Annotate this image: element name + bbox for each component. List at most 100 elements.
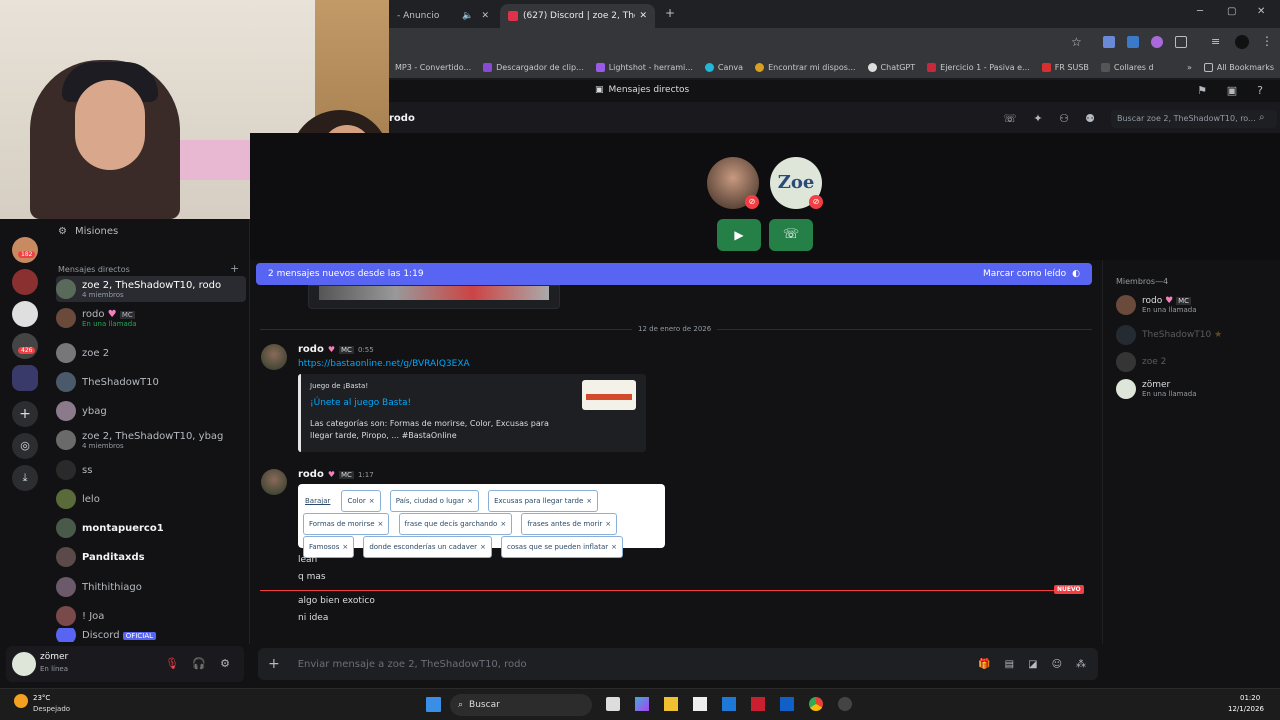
maximize-icon[interactable]: ▢: [1227, 6, 1236, 17]
tab-close-icon[interactable]: ✕: [639, 11, 647, 21]
add-friends-icon[interactable]: ⚇: [1057, 112, 1071, 126]
member-item[interactable]: TheShadowT10 ★: [1116, 325, 1222, 345]
new-tab-icon[interactable]: +: [665, 6, 675, 20]
discover-icon[interactable]: ◎: [12, 433, 38, 459]
bookmark[interactable]: Encontrar mi dispos...: [749, 62, 861, 72]
inbox-icon[interactable]: ⚑: [1195, 84, 1209, 98]
member-item[interactable]: zömer En una llamada: [1116, 379, 1197, 399]
dm-item[interactable]: TheShadowT10: [56, 369, 246, 395]
dm-item[interactable]: lelo: [56, 486, 246, 512]
dm-item[interactable]: Discord OFICIAL: [56, 628, 246, 642]
bookmark[interactable]: Descargador de clip...: [477, 62, 590, 72]
extension-icon[interactable]: [1127, 36, 1139, 48]
file-explorer-icon[interactable]: [664, 697, 678, 711]
member-item[interactable]: rodo ♥ MC En una llamada: [1116, 295, 1197, 315]
author-name[interactable]: rodo: [298, 469, 324, 480]
dm-item[interactable]: rodo ♥ MC En una llamada: [56, 305, 246, 331]
headphones-icon[interactable]: 🎧: [192, 657, 206, 671]
attach-plus-icon[interactable]: +: [268, 656, 280, 672]
weather-icon[interactable]: [14, 694, 28, 708]
author-avatar[interactable]: [261, 344, 287, 370]
minimize-icon[interactable]: ─: [1197, 6, 1203, 17]
message-link[interactable]: https://bastaonline.net/g/BVRAIQ3EXA: [298, 359, 470, 369]
server-icon[interactable]: [12, 237, 38, 263]
bookmark[interactable]: ChatGPT: [862, 62, 922, 72]
user-avatar[interactable]: [12, 652, 36, 676]
pin-icon[interactable]: ✦: [1031, 112, 1045, 126]
more-bookmarks[interactable]: »: [1181, 63, 1198, 72]
app-icon[interactable]: [838, 697, 852, 711]
gif-icon[interactable]: ▤: [1005, 659, 1014, 670]
author-avatar[interactable]: [261, 469, 287, 495]
author-name[interactable]: rodo: [298, 344, 324, 355]
mic-muted-icon[interactable]: 🎙: [165, 657, 179, 671]
add-server-icon[interactable]: +: [12, 401, 38, 427]
embed-title[interactable]: ¡Únete al juego Basta!: [310, 398, 411, 408]
dm-item-active[interactable]: zoe 2, TheShadowT10, rodo 4 miembros: [56, 276, 246, 302]
close-window-icon[interactable]: ✕: [1257, 6, 1265, 17]
all-bookmarks[interactable]: All Bookmarks: [1198, 62, 1280, 72]
screenshot-image[interactable]: Barajar Color × País, ciudad o lugar × Exc…: [298, 484, 665, 558]
dm-item[interactable]: zoe 2: [56, 340, 246, 366]
mark-read-button[interactable]: Marcar como leído: [983, 269, 1066, 279]
join-video-button[interactable]: ▶: [717, 219, 761, 251]
message-input[interactable]: + Enviar mensaje a zoe 2, TheShadowT10, …: [258, 648, 1098, 680]
server-icon[interactable]: [12, 333, 38, 359]
bookmark[interactable]: Lightshot - herrami...: [590, 62, 699, 72]
menu-icon[interactable]: ⋮: [1261, 34, 1273, 48]
help-icon[interactable]: ?: [1253, 84, 1267, 98]
gift-icon[interactable]: 🎁: [978, 659, 990, 670]
embed-thumbnail[interactable]: [582, 380, 636, 410]
bookmark[interactable]: Collares d: [1095, 62, 1160, 72]
windows-start-icon[interactable]: [426, 697, 441, 712]
dm-item[interactable]: ! Joa: [56, 603, 246, 629]
mcafee-icon[interactable]: [751, 697, 765, 711]
task-view-icon[interactable]: [606, 697, 620, 711]
missions-item[interactable]: ⚙ Misiones: [58, 226, 118, 237]
extension-icon[interactable]: [1151, 36, 1163, 48]
browser-tab-active[interactable]: (627) Discord | zoe 2, TheShado ✕: [500, 4, 655, 28]
bookmark[interactable]: Canva: [699, 62, 749, 72]
taskbar-search[interactable]: ⌕ Buscar: [450, 694, 592, 716]
server-folder[interactable]: [12, 365, 38, 391]
profile-avatar[interactable]: [1235, 35, 1249, 49]
previous-image[interactable]: [308, 285, 560, 309]
join-call-button[interactable]: ☏: [769, 219, 813, 251]
members-icon[interactable]: ⚉: [1083, 112, 1097, 126]
bookmark[interactable]: Ejercicio 1 - Pasiva e...: [921, 62, 1036, 72]
member-item[interactable]: zoe 2: [1116, 352, 1166, 372]
dm-item[interactable]: Thithithiago: [56, 574, 246, 600]
new-messages-banner[interactable]: 2 mensajes nuevos desde las 1:19 Marcar …: [256, 263, 1092, 285]
server-icon[interactable]: [12, 301, 38, 327]
search-input[interactable]: Buscar zoe 2, TheShadowT10, ro...: [1111, 110, 1277, 128]
server-icon[interactable]: [12, 269, 38, 295]
extensions-icon[interactable]: [1175, 36, 1187, 48]
bookmark[interactable]: MP3 - Convertido...: [389, 63, 477, 72]
browser-tab[interactable]: - Anuncio 🔈 ✕: [389, 4, 497, 28]
screen-icon[interactable]: ▣: [1225, 84, 1239, 98]
bookmark[interactable]: FR SUSB: [1036, 62, 1095, 72]
download-icon[interactable]: ⤓: [12, 465, 38, 491]
dm-item[interactable]: ss: [56, 457, 246, 483]
copilot-icon[interactable]: [635, 697, 649, 711]
dm-item[interactable]: montapuerco1: [56, 515, 246, 541]
star-icon[interactable]: ☆: [1071, 35, 1082, 49]
dm-item[interactable]: ybag: [56, 398, 246, 424]
clock-time[interactable]: 01:20: [1240, 694, 1260, 702]
emoji-icon[interactable]: ☺: [1052, 659, 1062, 670]
new-dm-icon[interactable]: +: [230, 262, 239, 275]
apps-icon[interactable]: ⁂: [1076, 659, 1086, 670]
settings-gear-icon[interactable]: ⚙: [218, 657, 232, 671]
sticker-icon[interactable]: ◪: [1028, 659, 1037, 670]
tab-close-icon[interactable]: ✕: [481, 11, 489, 21]
weather-temp[interactable]: 23°C: [33, 694, 50, 702]
call-icon[interactable]: ☏: [1003, 112, 1017, 126]
store-icon[interactable]: [693, 697, 707, 711]
clock-date[interactable]: 12/1/2026: [1228, 705, 1264, 713]
dm-item[interactable]: Panditaxds: [56, 544, 246, 570]
chrome-icon[interactable]: [809, 697, 823, 711]
app-icon[interactable]: [722, 697, 736, 711]
username[interactable]: zömer: [40, 652, 68, 662]
dm-item[interactable]: zoe 2, TheShadowT10, ybag 4 miembros: [56, 427, 246, 453]
outlook-icon[interactable]: [780, 697, 794, 711]
